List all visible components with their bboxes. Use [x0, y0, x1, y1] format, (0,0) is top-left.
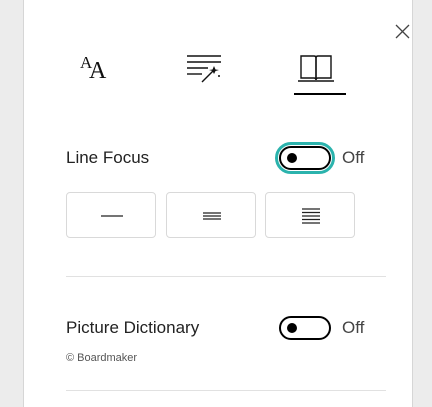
line-focus-title: Line Focus: [66, 148, 150, 167]
tab-bar: A A: [24, 40, 412, 96]
picture-dictionary-state: Off: [342, 318, 365, 337]
line-focus-three-lines-button[interactable]: [166, 192, 256, 238]
three-lines-icon: [203, 212, 221, 220]
line-focus-one-line-button[interactable]: [66, 192, 156, 238]
text-size-icon: A A: [80, 53, 107, 84]
svg-text:A: A: [89, 58, 107, 84]
toggle-knob: [287, 323, 297, 333]
tab-grammar-options[interactable]: [174, 40, 234, 96]
close-button[interactable]: [393, 22, 413, 42]
close-icon: [395, 24, 410, 39]
one-line-icon: [101, 215, 123, 217]
selected-tab-indicator: [294, 93, 346, 95]
line-focus-five-lines-button[interactable]: [265, 192, 355, 238]
grammar-wand-icon: [187, 55, 221, 83]
line-focus-toggle[interactable]: [279, 146, 331, 170]
section-divider: [66, 390, 386, 391]
boardmaker-credit: © Boardmaker: [66, 352, 138, 364]
book-icon: [298, 55, 334, 82]
toggle-knob: [287, 153, 297, 163]
picture-dictionary-toggle[interactable]: [279, 316, 331, 340]
picture-dictionary-title: Picture Dictionary: [66, 318, 200, 337]
tab-text-preferences[interactable]: A A: [64, 40, 124, 96]
reading-preferences-panel: A A Line Focus Off Picture Dictionary Of…: [23, 0, 413, 407]
tab-reading-preferences[interactable]: [286, 40, 346, 96]
section-divider: [66, 276, 386, 277]
five-lines-icon: [302, 208, 320, 224]
line-focus-state: Off: [342, 148, 365, 167]
